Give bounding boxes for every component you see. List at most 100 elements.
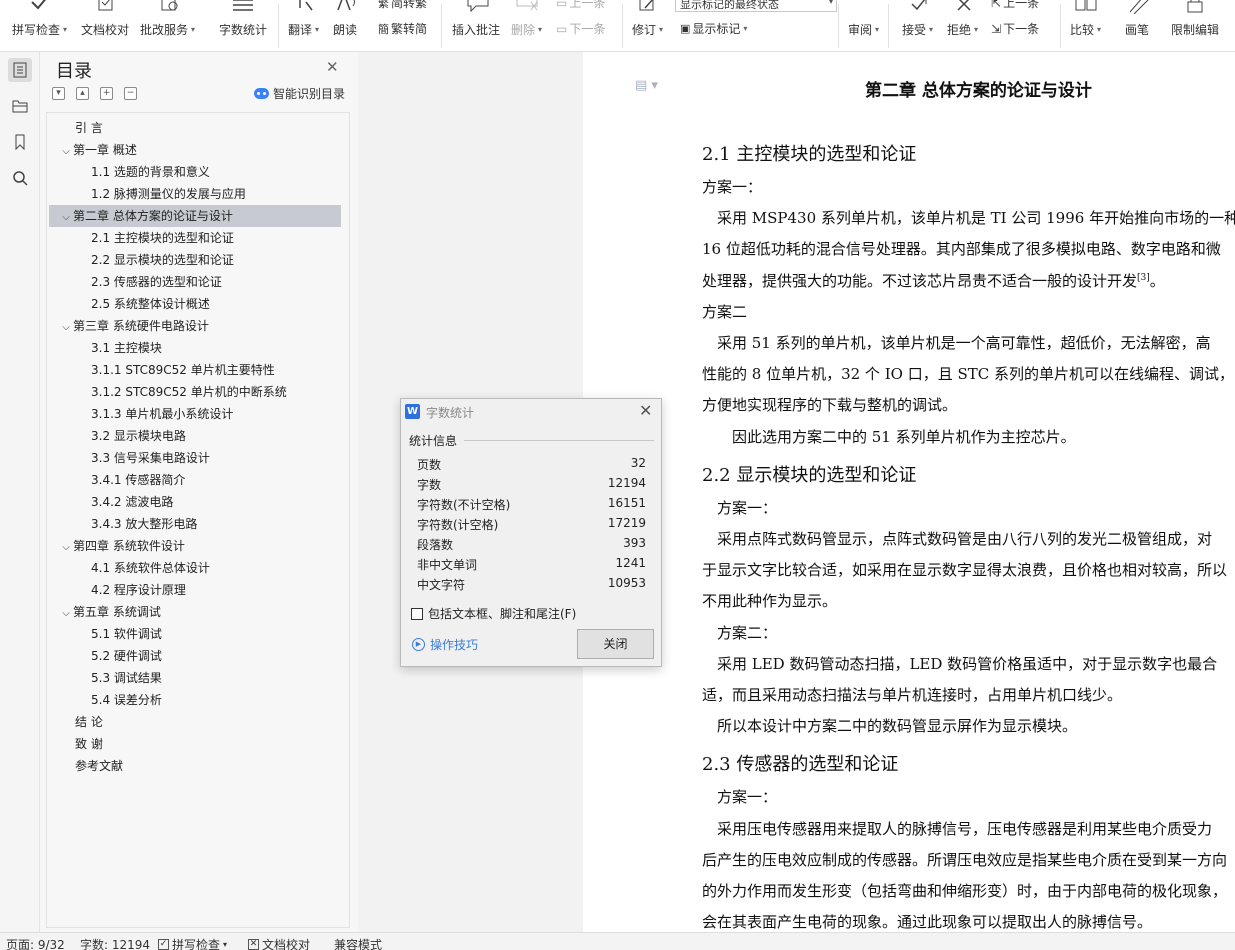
toc-item[interactable]: 3.4.2 滤波电路	[49, 491, 341, 513]
toc-item[interactable]: 2.1 主控模块的选型和论证	[49, 227, 341, 249]
chapter-title: 第二章 总体方案的论证与设计	[865, 81, 1092, 101]
chevron-down-icon[interactable]: ⌵	[59, 141, 73, 163]
expand-up-icon[interactable]: ▴	[76, 87, 89, 100]
toc-item[interactable]: ⌵ 第一章 概述	[49, 139, 341, 161]
spell-check-button[interactable]: 拼写检查 ▾	[12, 21, 67, 38]
toc-item[interactable]: 3.1.3 单片机最小系统设计	[49, 403, 341, 425]
next-comment-button[interactable]: ▭ 下一条	[556, 20, 605, 37]
simp-to-trad-button[interactable]: 簡繁转简	[378, 20, 427, 37]
translate-button[interactable]: 翻译 ▾	[288, 21, 319, 38]
smart-toc-label: 智能识别目录	[273, 87, 346, 101]
chevron-down-icon[interactable]: ⌵	[59, 207, 73, 229]
add-heading-icon[interactable]: +	[100, 87, 113, 100]
prev-comment-button[interactable]: ▭ 上一条	[556, 0, 605, 11]
toc-item[interactable]: 参考文献	[49, 755, 341, 777]
reject-icon	[952, 0, 976, 14]
toc-item-label: 1.2 脉搏测量仪的发展与应用	[91, 187, 246, 201]
stat-row: 中文字符 10953	[417, 573, 646, 593]
toc-item[interactable]: 致 谢	[49, 733, 341, 755]
accept-button[interactable]: 接受 ▾	[902, 21, 933, 38]
proofread-status[interactable]: ✕ 文档校对	[248, 936, 310, 950]
chevron-down-icon[interactable]: ⌵	[59, 317, 73, 339]
markup-state-select[interactable]: 显示标记的最终状态 ▾	[675, 0, 837, 12]
stat-row: 页数 32	[417, 453, 646, 473]
paragraph-line: 采用 LED 数码管动态扫描，LED 数码管价格虽适中，对于显示数字也最合	[717, 653, 1217, 674]
trad-to-simp-button[interactable]: 繁简转繁	[378, 0, 427, 11]
restrict-edit-button[interactable]: 限制编辑	[1171, 21, 1219, 38]
collapse-all-icon[interactable]: ▾	[52, 87, 65, 100]
toc-item[interactable]: 4.1 系统软件总体设计	[49, 557, 341, 579]
close-button[interactable]: 关闭	[577, 629, 654, 659]
chevron-down-icon[interactable]: ⌵	[59, 537, 73, 559]
toc-item[interactable]: ⌵ 第三章 系统硬件电路设计	[49, 315, 341, 337]
line-text: 方案一：	[717, 788, 778, 807]
toc-item[interactable]: 引 言	[49, 117, 341, 139]
document-page[interactable]: ▤ ▾ 第二章 总体方案的论证与设计 2.1 主控模块的选型和论证 方案一： 采用 …	[583, 52, 1235, 932]
revise-button[interactable]: 修订 ▾	[632, 21, 663, 38]
line-text: 16 位超低功耗的混合信号处理器。其内部集成了很多模拟电路、数字电路和微	[702, 240, 1221, 259]
toc-item[interactable]: 3.4.3 放大整形电路	[49, 513, 341, 535]
insert-comment-button[interactable]: 插入批注	[452, 21, 500, 38]
word-count-button[interactable]: 字数统计	[219, 21, 267, 38]
line-text: 方案二：	[717, 623, 778, 642]
robot-icon	[254, 88, 269, 99]
word-count-indicator[interactable]: 字数: 12194	[80, 936, 150, 950]
toc-item-label: 3.4.2 滤波电路	[91, 495, 174, 509]
close-icon[interactable]: ✕	[639, 401, 652, 420]
toc-item[interactable]: ⌵ 第五章 系统调试	[49, 601, 341, 623]
paragraph-line: 方便地实现程序的下载与整机的调试。	[702, 394, 957, 415]
toc-item[interactable]: 3.2 显示模块电路	[49, 425, 341, 447]
toc-item[interactable]: 3.1 主控模块	[49, 337, 341, 359]
compare-button[interactable]: 比较 ▾	[1070, 21, 1101, 38]
doc-proofread-button[interactable]: 文档校对	[81, 21, 129, 38]
toc-item[interactable]: 2.5 系统整体设计概述	[49, 293, 341, 315]
page-indicator[interactable]: 页面: 9/32	[6, 936, 65, 950]
search-icon[interactable]	[8, 166, 32, 190]
toc-item-label: 第一章 概述	[73, 143, 137, 157]
toc-item[interactable]: 3.4.1 传感器简介	[49, 469, 341, 491]
next-revision-button[interactable]: ⇲ 下一条	[991, 20, 1039, 37]
remove-heading-icon[interactable]: −	[124, 87, 137, 100]
include-textbox-checkbox[interactable]: 包括文本框、脚注和尾注(F)	[411, 605, 576, 622]
review-button[interactable]: 审阅 ▾	[848, 21, 879, 38]
chevron-down-icon[interactable]: ⌵	[59, 603, 73, 625]
toc-item[interactable]: 结 论	[49, 711, 341, 733]
citation-ref[interactable]: [3]	[1137, 273, 1150, 283]
toc-item-label: 2.2 显示模块的选型和论证	[91, 253, 234, 267]
toc-item[interactable]: ⌵ 第二章 总体方案的论证与设计	[49, 205, 341, 227]
toc-item[interactable]: 5.2 硬件调试	[49, 645, 341, 667]
proofread-label: 文档校对	[262, 938, 311, 950]
document-options-icon[interactable]: ▤ ▾	[635, 78, 658, 93]
prev-revision-button[interactable]: ⇱ 上一条	[991, 0, 1039, 11]
toc-item[interactable]: 2.3 传感器的选型和论证	[49, 271, 341, 293]
toc-item[interactable]: 3.1.1 STC89C52 单片机主要特性	[49, 359, 341, 381]
ink-button[interactable]: 画笔	[1125, 21, 1149, 38]
toc-item[interactable]: 3.1.2 STC89C52 单片机的中断系统	[49, 381, 341, 403]
stat-value: 16151	[607, 496, 646, 510]
delete-comment-button[interactable]: 删除 ▾	[511, 21, 542, 38]
toc-item[interactable]: 5.3 调试结果	[49, 667, 341, 689]
show-markup-button[interactable]: ▣ 显示标记 ▾	[680, 20, 747, 37]
toc-item[interactable]: 3.3 信号采集电路设计	[49, 447, 341, 469]
toc-item[interactable]: 5.4 误差分析	[49, 689, 341, 711]
read-aloud-button[interactable]: 朗读	[333, 21, 357, 38]
annotate-service-button[interactable]: 批改服务 ▾	[140, 21, 195, 38]
checkbox-box[interactable]	[411, 607, 423, 620]
tips-link[interactable]: ▶ 操作技巧	[412, 636, 478, 653]
bookmark-icon[interactable]	[8, 130, 32, 154]
toc-item[interactable]: 4.2 程序设计原理	[49, 579, 341, 601]
toc-item[interactable]: ⌵ 第四章 系统软件设计	[49, 535, 341, 557]
toc-item[interactable]: 1.1 选题的背景和意义	[49, 161, 341, 183]
smart-toc-button[interactable]: 智能识别目录	[254, 85, 345, 102]
line-text: 适，而且采用动态扫描法与单片机连接时，占用单片机口线少。	[702, 686, 1123, 704]
dialog-titlebar[interactable]: W 字数统计 ✕	[401, 399, 661, 425]
toc-item-label: 3.4.3 放大整形电路	[91, 517, 198, 531]
section-view-icon[interactable]	[8, 94, 32, 118]
reject-button[interactable]: 拒绝 ▾	[947, 21, 978, 38]
toc-item[interactable]: 5.1 软件调试	[49, 623, 341, 645]
toc-item[interactable]: 2.2 显示模块的选型和论证	[49, 249, 341, 271]
close-icon[interactable]: ✕	[326, 58, 339, 76]
spell-check-status[interactable]: ✓ 拼写检查 ▾	[158, 936, 227, 950]
toc-item[interactable]: 1.2 脉搏测量仪的发展与应用	[49, 183, 341, 205]
toc-view-icon[interactable]	[8, 58, 32, 82]
